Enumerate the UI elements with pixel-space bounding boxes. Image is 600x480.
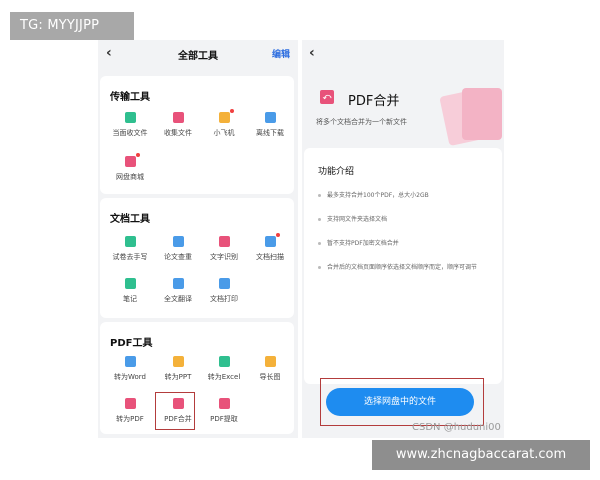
feature-title: 功能介绍 [318,167,355,177]
csdn-watermark: CSDN @huduni00 [412,422,501,433]
tool-to-ppt[interactable]: 转为PPT [154,356,202,382]
tool-plagiarism-check[interactable]: 论文查重 [154,236,202,262]
tool-to-excel[interactable]: 转为Excel [200,356,248,382]
tool-label: 转为Word [114,373,146,381]
translate-icon [172,278,184,289]
page-title: 全部工具 [178,51,218,62]
notification-dot [135,153,140,157]
tool-translate[interactable]: 全文翻译 [154,278,202,304]
tool-label: 笔记 [123,295,137,303]
feature-item: 暂不支持PDF加密文档合并 [318,238,399,247]
tool-collect-file[interactable]: 收集文件 [154,112,202,138]
tool-remove-handwriting[interactable]: 试卷去手写 [106,236,154,262]
tool-offline-download[interactable]: 离线下载 [246,112,294,138]
tool-label: 转为PDF [116,415,144,423]
section-transfer-tools: 传输工具 当面收文件 收集文件 小飞机 离线下载 网盘商城 [100,76,294,194]
feature-item: 合并后的文档页面顺序依选择文档顺序而定，顺序可调节 [318,262,477,271]
tool-pdf-extract[interactable]: PDF提取 [200,398,248,424]
scan-icon [264,233,280,247]
tool-label: PDF提取 [210,415,238,423]
page-subtitle: 将多个文档合并为一个新文件 [316,118,407,126]
page-title: PDF合并 [348,94,400,109]
tool-to-pdf[interactable]: 转为PDF [106,398,154,424]
tool-to-word[interactable]: 转为Word [106,356,154,382]
edit-button[interactable]: 编辑 [272,47,290,60]
tool-doc-scan[interactable]: 文档扫描 [246,233,294,262]
pdf-extract-icon [218,398,230,409]
print-icon [218,278,230,289]
section-pdf-tools: PDF工具 转为Word 转为PPT 转为Excel 导长图 转为PDF PDF… [100,322,294,434]
pen-icon [124,278,136,289]
feature-text: 支持网文件夹选择文档 [327,216,388,223]
pdf-icon: ⤺ [320,90,334,104]
section-title: 传输工具 [110,92,150,103]
tool-paper-plane[interactable]: 小飞机 [200,109,248,138]
notification-dot [229,109,234,113]
section-title: 文档工具 [110,214,150,225]
tool-label: 转为PPT [164,373,192,381]
tool-label: 文档扫描 [256,253,284,261]
tool-label: 导长图 [259,373,281,381]
feature-text: 暂不支持PDF加密文档合并 [327,240,399,247]
tool-long-image[interactable]: 导长图 [246,356,294,382]
receive-file-icon [124,112,136,123]
tool-label: 试卷去手写 [112,253,148,261]
notification-dot [275,233,280,237]
feature-text: 最多支持合并100个PDF，总大小2GB [327,192,429,199]
section-document-tools: 文档工具 试卷去手写 论文查重 文字识别 文档扫描 笔记 全文翻译 文档打印 [100,198,294,318]
tool-label: 文档打印 [210,295,238,303]
feature-text: 合并后的文档页面顺序依选择文档顺序而定，顺序可调节 [327,264,478,271]
feature-item: 支持网文件夹选择文档 [318,214,387,223]
paper-plane-icon [218,109,234,123]
ppt-icon [172,356,184,367]
feature-item: 最多支持合并100个PDF，总大小2GB [318,190,429,199]
all-tools-header: ‹ 全部工具 编辑 [98,40,298,70]
section-title: PDF工具 [110,338,153,349]
eraser-icon [124,236,136,247]
tool-print[interactable]: 文档打印 [200,278,248,304]
watermark-top: TG: MYYJJPP [10,12,134,40]
download-icon [264,112,276,123]
mall-icon [124,153,140,167]
select-cloud-file-button[interactable]: 选择网盘中的文件 [326,388,474,416]
pdf-icon [124,398,136,409]
tool-label: 转为Excel [207,373,241,381]
back-icon[interactable]: ‹ [309,45,315,61]
word-icon [124,356,136,367]
tool-label: 论文查重 [164,253,192,261]
feature-card: 功能介绍 最多支持合并100个PDF，总大小2GB 支持网文件夹选择文档 暂不支… [304,148,502,384]
decorative-document [462,88,502,140]
watermark-bottom: www.zhcnagbaccarat.com [372,440,590,470]
tool-label: 收集文件 [164,129,192,137]
collect-file-icon [172,112,184,123]
tool-label: 文字识别 [210,253,238,261]
tool-mall[interactable]: 网盘商城 [106,153,154,182]
tool-label: 离线下载 [256,129,284,137]
pdf-merge-highlight [155,392,195,430]
tool-ocr[interactable]: 文字识别 [200,236,248,262]
check-icon [172,236,184,247]
image-icon [264,356,276,367]
tool-label: 小飞机 [213,129,235,137]
tool-receive-file[interactable]: 当面收文件 [106,112,154,138]
tool-label: 网盘商城 [116,173,144,181]
tool-label: 当面收文件 [112,129,148,137]
ocr-icon [218,236,230,247]
excel-icon [218,356,230,367]
all-tools-panel: ‹ 全部工具 编辑 传输工具 当面收文件 收集文件 小飞机 离线下载 网盘商城 … [98,40,298,438]
tool-notes[interactable]: 笔记 [106,278,154,304]
tool-label: 全文翻译 [164,295,192,303]
